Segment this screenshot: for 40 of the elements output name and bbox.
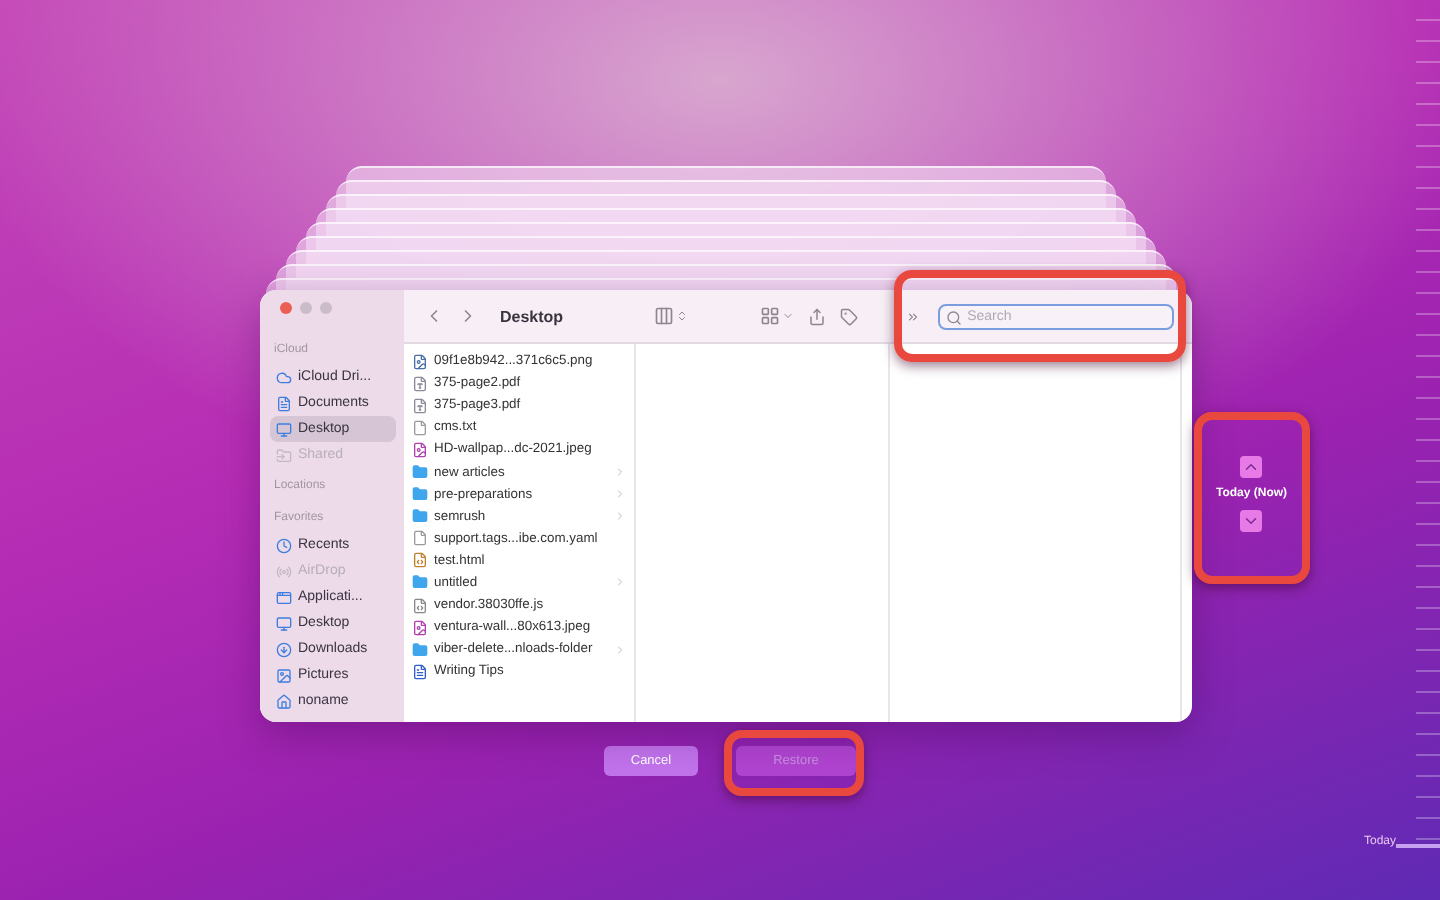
pdf-file-icon [412, 375, 428, 392]
file-icon [412, 419, 428, 436]
chevron-icon [614, 643, 626, 656]
clock-icon [276, 537, 292, 553]
chevron-up-icon [1242, 458, 1261, 476]
image-file-icon [412, 353, 428, 370]
image-file-icon [412, 619, 428, 636]
next-button[interactable] [1240, 510, 1263, 532]
grid-view-icon[interactable] [759, 306, 794, 326]
code-file-icon [412, 552, 428, 569]
download-icon [276, 641, 292, 657]
code-file-icon [412, 597, 428, 614]
monitor-icon [276, 615, 292, 631]
tag-icon[interactable] [839, 307, 858, 325]
document-icon [412, 663, 428, 680]
folder-icon [412, 464, 428, 481]
house-icon [276, 693, 292, 709]
folder-icon [412, 641, 428, 658]
more-icon[interactable] [905, 309, 920, 323]
monitor-icon [276, 421, 292, 437]
shared-folder-icon [276, 447, 292, 463]
app-window-icon [276, 589, 292, 605]
pdf-file-icon [412, 397, 428, 414]
highlight-frame [724, 730, 864, 796]
cloud-icon [276, 369, 292, 385]
close-button[interactable] [280, 302, 292, 314]
image-icon [276, 667, 292, 683]
folder-icon [412, 508, 428, 525]
share-icon[interactable] [807, 307, 826, 325]
document-icon [276, 395, 292, 411]
folder-icon [412, 486, 428, 503]
file-icon [412, 530, 428, 547]
window-title: Desktop [500, 307, 564, 325]
image-file-icon [412, 441, 428, 458]
airdrop-icon [276, 563, 292, 579]
chevron-icon [614, 576, 626, 589]
chevron-down-icon [1242, 512, 1261, 530]
previous-button[interactable] [1240, 456, 1263, 478]
folder-icon [412, 574, 428, 591]
search-icon [945, 309, 962, 325]
